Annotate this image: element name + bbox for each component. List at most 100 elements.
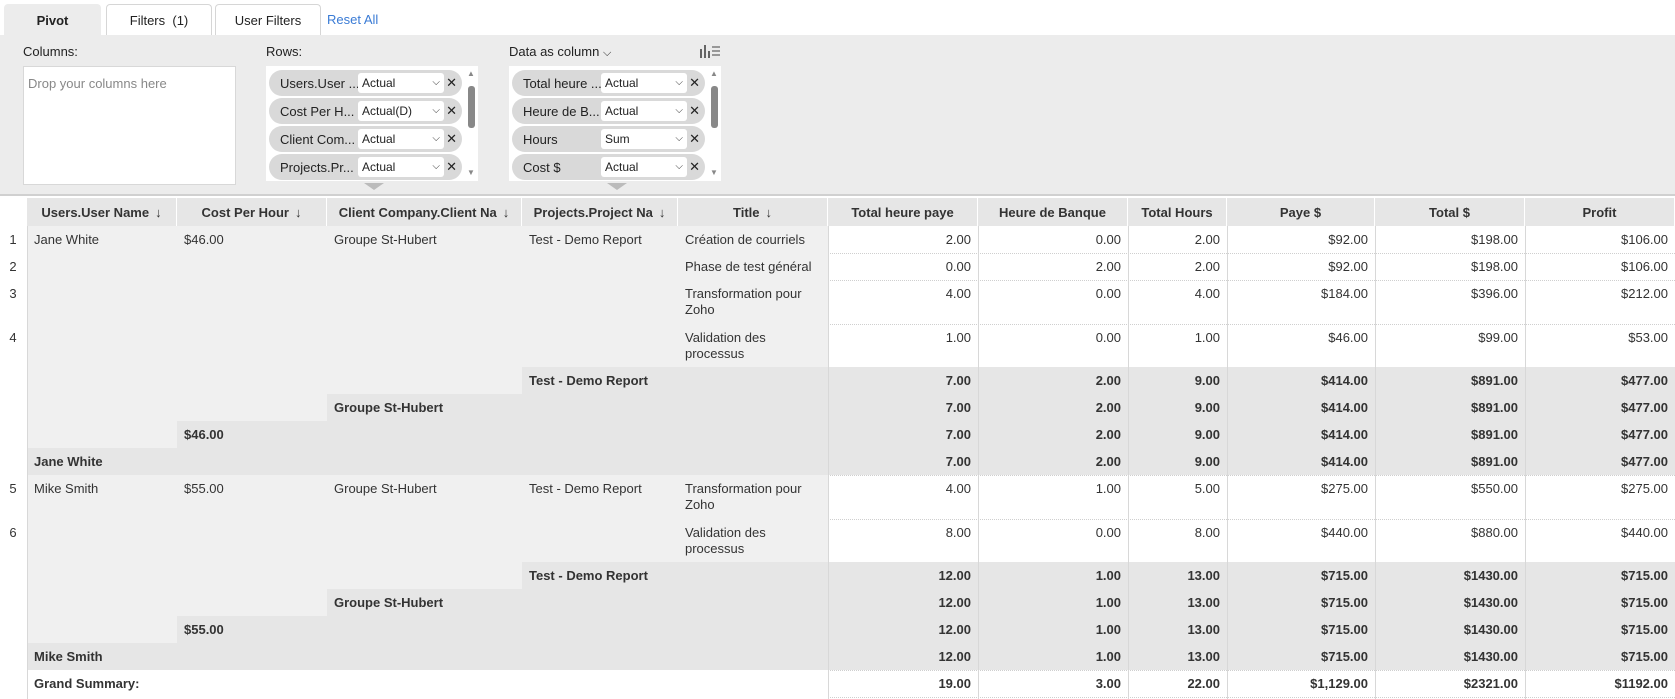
- chevron-down-icon: ⌵: [675, 133, 683, 144]
- chevron-down-icon: ⌵: [432, 105, 440, 116]
- column-header[interactable]: Total $: [1375, 198, 1525, 226]
- data-field-chip[interactable]: Cost $ Actual ⌵ ✕: [512, 154, 705, 180]
- row-field-chip[interactable]: Projects.Pr... Actual ⌵ ✕: [269, 154, 462, 180]
- value-cell: 2.00: [978, 421, 1128, 448]
- value-cell: 2.00: [1095, 259, 1121, 274]
- columns-placeholder: Drop your columns here: [28, 76, 167, 91]
- tab-pivot[interactable]: Pivot: [4, 4, 101, 36]
- close-icon[interactable]: ✕: [689, 159, 700, 175]
- sort-arrow-icon[interactable]: ↓: [295, 205, 302, 220]
- value-cell: $715.00: [1525, 562, 1675, 589]
- value-cell: 7.00: [828, 421, 978, 448]
- column-header[interactable]: Client Company.Client Na ↓: [327, 198, 522, 226]
- columns-drop-area[interactable]: Drop your columns here: [23, 66, 236, 185]
- client-company-cell: Groupe St-Hubert: [334, 232, 437, 247]
- column-header[interactable]: Total heure paye: [828, 198, 978, 226]
- value-cell: $1,129.00: [1310, 676, 1368, 691]
- value-cell: 1.00: [1194, 330, 1220, 345]
- data-field-agg-select[interactable]: Actual ⌵: [601, 157, 687, 177]
- header-label: Projects.Project Na: [533, 204, 653, 220]
- value-cell: 1.00: [978, 643, 1128, 670]
- column-header[interactable]: Total Hours: [1128, 198, 1227, 226]
- value-cell: $477.00: [1525, 448, 1675, 475]
- data-drop-pointer: [607, 183, 627, 190]
- rows-field-list[interactable]: Users.User ... Actual ⌵ ✕ Cost Per H... A…: [266, 66, 478, 181]
- value-cell: $92.00: [1328, 232, 1368, 247]
- value-cell: $715.00: [1227, 616, 1375, 643]
- data-field-chip[interactable]: Hours Sum ⌵ ✕: [512, 126, 705, 152]
- close-icon[interactable]: ✕: [446, 159, 457, 175]
- column-header[interactable]: Profit: [1525, 198, 1675, 226]
- value-cell: $715.00: [1227, 589, 1375, 616]
- agg-value: Actual: [362, 76, 396, 90]
- row-number: 1: [9, 232, 17, 247]
- close-icon[interactable]: ✕: [689, 131, 700, 147]
- sort-arrow-icon[interactable]: ↓: [766, 205, 773, 220]
- chart-settings-icon[interactable]: [698, 43, 722, 59]
- data-fields-scrollbar[interactable]: ▲ ▼: [708, 69, 720, 177]
- title-cell: Phase de test général: [685, 259, 812, 274]
- column-header[interactable]: Heure de Banque: [978, 198, 1128, 226]
- value-cell: $184.00: [1321, 286, 1368, 301]
- reset-all-link[interactable]: Reset All: [327, 12, 378, 27]
- column-divider: [978, 226, 979, 699]
- row-field-chip[interactable]: Users.User ... Actual ⌵ ✕: [269, 70, 462, 96]
- data-as-column-dropdown[interactable]: Data as column ⌵: [509, 44, 611, 60]
- row-field-name: Client Com...: [280, 131, 356, 147]
- close-icon[interactable]: ✕: [689, 75, 700, 91]
- tab-user-filters[interactable]: User Filters: [215, 4, 321, 36]
- subtotal-user-label: Jane White: [27, 448, 177, 475]
- sort-arrow-icon[interactable]: ↓: [659, 205, 666, 220]
- close-icon[interactable]: ✕: [689, 103, 700, 119]
- value-cell: 2.00: [1194, 232, 1220, 247]
- close-icon[interactable]: ✕: [446, 131, 457, 147]
- value-cell: 1.00: [945, 330, 971, 345]
- rows-scrollbar[interactable]: ▲ ▼: [465, 69, 477, 177]
- row-field-name: Projects.Pr...: [280, 159, 354, 175]
- column-header[interactable]: Paye $: [1227, 198, 1375, 226]
- close-icon[interactable]: ✕: [446, 103, 457, 119]
- scroll-thumb[interactable]: [468, 86, 475, 128]
- column-header[interactable]: Title ↓: [678, 198, 828, 226]
- scroll-thumb[interactable]: [711, 86, 718, 128]
- title-line: Transformation pour: [685, 286, 802, 301]
- value-cell: 9.00: [1128, 367, 1227, 394]
- data-field-list[interactable]: Total heure ... Actual ⌵ ✕ Heure de B... …: [509, 66, 721, 181]
- value-cell: $106.00: [1621, 232, 1668, 247]
- header-label: Users.User Name: [41, 204, 150, 220]
- sort-arrow-icon[interactable]: ↓: [503, 205, 510, 220]
- row-field-agg-select[interactable]: Actual(D) ⌵: [358, 101, 444, 121]
- data-field-agg-select[interactable]: Sum ⌵: [601, 129, 687, 149]
- column-header[interactable]: Users.User Name ↓: [27, 198, 177, 226]
- close-icon[interactable]: ✕: [446, 75, 457, 91]
- grand-summary-label: Grand Summary:: [34, 676, 140, 691]
- value-cell: $198.00: [1471, 259, 1518, 274]
- row-field-agg-select[interactable]: Actual ⌵: [358, 73, 444, 93]
- column-header[interactable]: Projects.Project Na ↓: [522, 198, 678, 226]
- value-cell: 12.00: [828, 643, 978, 670]
- value-cell: 3.00: [1095, 676, 1121, 691]
- data-field-chip[interactable]: Total heure ... Actual ⌵ ✕: [512, 70, 705, 96]
- data-field-agg-select[interactable]: Actual ⌵: [601, 73, 687, 93]
- value-cell: 1.00: [978, 562, 1128, 589]
- row-field-agg-select[interactable]: Actual ⌵: [358, 129, 444, 149]
- value-cell: $1192.00: [1614, 676, 1668, 691]
- sort-arrow-icon[interactable]: ↓: [155, 205, 162, 220]
- data-field-name: Total heure ...: [523, 75, 602, 91]
- row-field-chip[interactable]: Client Com... Actual ⌵ ✕: [269, 126, 462, 152]
- scroll-up-icon[interactable]: ▲: [467, 69, 475, 78]
- row-field-agg-select[interactable]: Actual ⌵: [358, 157, 444, 177]
- data-field-name: Cost $: [523, 159, 561, 175]
- column-header[interactable]: Cost Per Hour ↓: [177, 198, 327, 226]
- value-cell: $396.00: [1471, 286, 1518, 301]
- row-field-chip[interactable]: Cost Per H... Actual(D) ⌵ ✕: [269, 98, 462, 124]
- scroll-up-icon[interactable]: ▲: [710, 69, 718, 78]
- subtotal-cost-label: $55.00: [177, 616, 327, 643]
- scroll-down-icon[interactable]: ▼: [467, 168, 475, 177]
- value-cell: 12.00: [828, 562, 978, 589]
- value-cell: 4.00: [945, 286, 971, 301]
- data-field-chip[interactable]: Heure de B... Actual ⌵ ✕: [512, 98, 705, 124]
- data-field-agg-select[interactable]: Actual ⌵: [601, 101, 687, 121]
- scroll-down-icon[interactable]: ▼: [710, 168, 718, 177]
- tab-filters[interactable]: Filters (1): [106, 4, 212, 36]
